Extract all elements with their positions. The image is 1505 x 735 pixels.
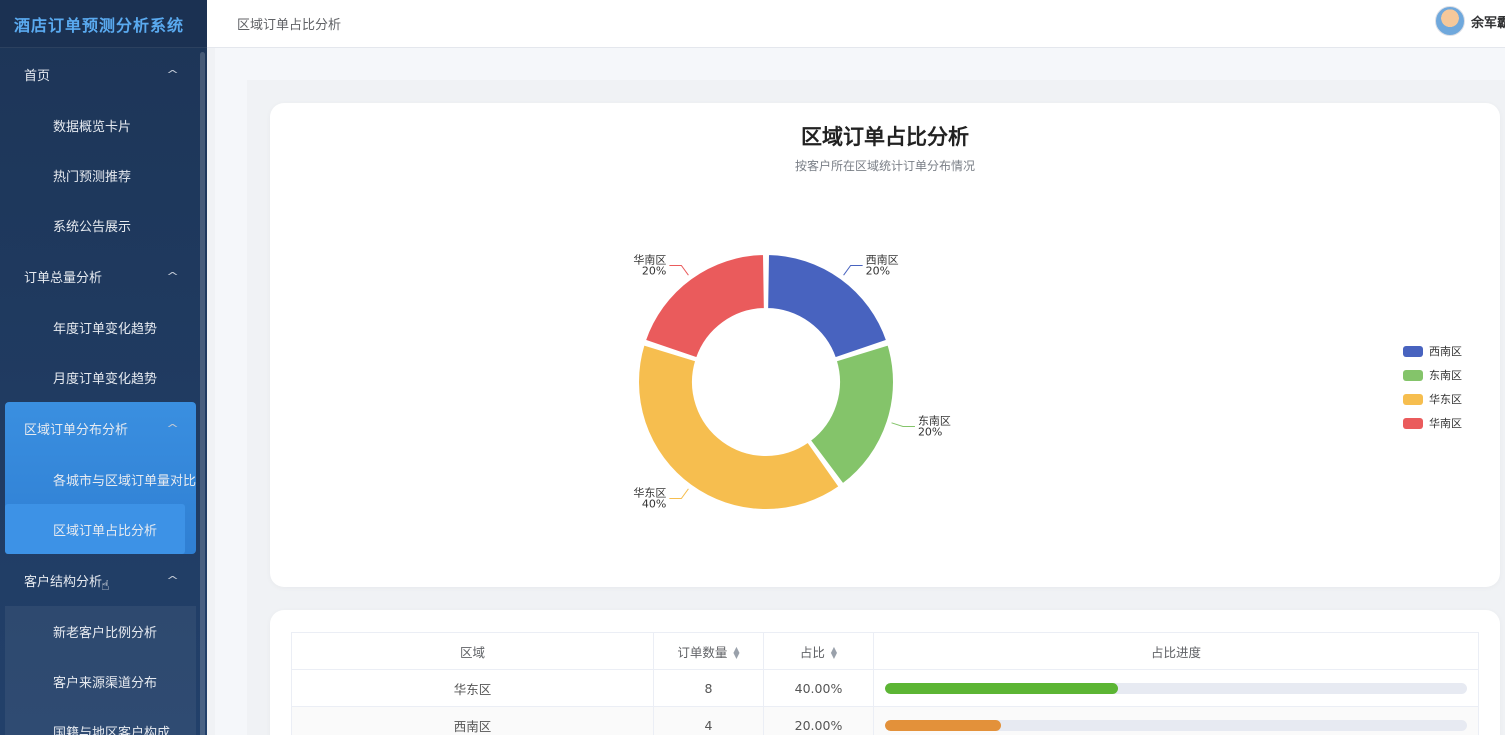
sort-icon[interactable]: ▲ ▼: [831, 646, 837, 660]
legend-swatch: [1403, 417, 1423, 429]
label-leader-line: [669, 488, 689, 499]
legend-swatch: [1403, 345, 1423, 357]
menu-group-label: 客户结构分析: [24, 574, 103, 590]
label-leader-line: [669, 265, 689, 276]
sidebar: 酒店订单预测分析系统 首页 ^ 数据概览卡片 热门预测推荐 系统公告展示 订单总…: [0, 0, 207, 735]
col-count-label: 订单数量: [677, 644, 728, 660]
cell-region: 西南区: [291, 706, 654, 735]
chart-card: 区域订单占比分析 按客户所在区域统计订单分布情况 西南区 20% 东南区 20% 华东区…: [270, 103, 1500, 587]
table-row[interactable]: 华东区 8 40.00%: [291, 669, 1479, 707]
sidebar-item-announcements[interactable]: 系统公告展示: [0, 200, 207, 250]
sidebar-item-nationality[interactable]: 国籍与地区客户构成: [5, 706, 196, 735]
label-leader-line: [843, 265, 863, 276]
sidebar-menu: 首页 ^ 数据概览卡片 热门预测推荐 系统公告展示 订单总量分析 ^ 年度订单变…: [0, 48, 207, 735]
label-leader-line: [891, 422, 915, 427]
legend-label: 华东区: [1429, 393, 1462, 406]
cell-region: 华东区: [291, 669, 654, 707]
top-header: 区域订单占比分析 余军霸: [207, 0, 1505, 48]
sidebar-item-monthly-trend[interactable]: 月度订单变化趋势: [0, 352, 207, 402]
table-card: 区域 订单数量 ▲ ▼ 占比 ▲ ▼ 占比进度 华东区 8 40.00% 西南区 4 20.00%: [270, 610, 1500, 735]
sidebar-item-data-overview[interactable]: 数据概览卡片: [0, 100, 207, 150]
chevron-up-icon: ^: [165, 269, 179, 283]
table-row[interactable]: 西南区 4 20.00%: [291, 706, 1479, 735]
legend-swatch: [1403, 393, 1423, 405]
pie-slice[interactable]: [637, 343, 841, 511]
region-table: 区域 订单数量 ▲ ▼ 占比 ▲ ▼ 占比进度 华东区 8 40.00% 西南区 4 20.00%: [291, 632, 1479, 735]
menu-group-title-orders[interactable]: 订单总量分析 ^: [0, 250, 207, 302]
progress-fill: [885, 682, 1118, 694]
app-title: 酒店订单预测分析系统: [0, 0, 207, 48]
legend-item[interactable]: 华南区: [1403, 411, 1462, 435]
col-count[interactable]: 订单数量 ▲ ▼: [653, 632, 764, 670]
donut-chart: 西南区20%东南区20%华东区40%华南区20%: [633, 253, 951, 511]
legend-label: 华南区: [1429, 417, 1462, 430]
cell-count: 4: [653, 706, 764, 735]
sidebar-scrollbar[interactable]: [200, 52, 205, 735]
legend-item[interactable]: 华东区: [1403, 387, 1462, 411]
progress-track: [885, 719, 1467, 731]
progress-track: [885, 682, 1467, 694]
cell-ratio: 40.00%: [763, 669, 874, 707]
slice-label-percent: 20%: [918, 425, 942, 438]
sidebar-item-new-old-customers[interactable]: 新老客户比例分析: [5, 606, 196, 656]
col-ratio-label: 占比: [799, 644, 825, 660]
legend-label: 西南区: [1429, 345, 1462, 358]
menu-group-orders: 订单总量分析 ^ 年度订单变化趋势 月度订单变化趋势: [0, 250, 207, 402]
chart-legend: 西南区东南区华东区华南区: [1403, 339, 1462, 435]
chevron-up-icon: ^: [165, 421, 179, 435]
user-menu[interactable]: 余军霸: [1435, 6, 1505, 36]
menu-group-region: 区域订单分布分析 ^ 各城市与区域订单量对比 区域订单占比分析: [5, 402, 196, 554]
menu-group-label: 区域订单分布分析: [24, 422, 129, 438]
col-region: 区域: [291, 632, 654, 670]
table-header-row: 区域 订单数量 ▲ ▼ 占比 ▲ ▼ 占比进度: [291, 632, 1479, 670]
menu-group-title-region[interactable]: 区域订单分布分析 ^: [5, 402, 196, 454]
slice-label-percent: 20%: [642, 265, 666, 278]
hand-cursor-icon: ☝: [101, 578, 110, 594]
col-progress: 占比进度: [873, 632, 1479, 670]
menu-group-label: 订单总量分析: [24, 270, 103, 286]
progress-fill: [885, 719, 1002, 731]
menu-group-title-home[interactable]: 首页 ^: [0, 48, 207, 100]
user-name[interactable]: 余军霸: [1471, 12, 1505, 31]
breadcrumb[interactable]: 区域订单占比分析: [237, 14, 341, 33]
sidebar-item-customer-channels[interactable]: 客户来源渠道分布: [5, 656, 196, 706]
sidebar-item-region-ratio[interactable]: 区域订单占比分析: [5, 504, 185, 554]
legend-item[interactable]: 东南区: [1403, 363, 1462, 387]
slice-label-percent: 20%: [866, 265, 890, 278]
cell-count: 8: [653, 669, 764, 707]
sidebar-item-yearly-trend[interactable]: 年度订单变化趋势: [0, 302, 207, 352]
sidebar-item-hot-predictions[interactable]: 热门预测推荐: [0, 150, 207, 200]
menu-group-home: 首页 ^ 数据概览卡片 热门预测推荐 系统公告展示: [0, 48, 207, 250]
cell-progress: [873, 669, 1479, 707]
avatar[interactable]: [1435, 6, 1465, 36]
slice-label-percent: 40%: [642, 497, 666, 510]
sidebar-item-city-region-compare[interactable]: 各城市与区域订单量对比: [5, 454, 196, 504]
legend-swatch: [1403, 369, 1423, 381]
cell-progress: [873, 706, 1479, 735]
cell-ratio: 20.00%: [763, 706, 874, 735]
chevron-up-icon: ^: [165, 67, 179, 81]
sort-icon[interactable]: ▲ ▼: [733, 646, 739, 660]
legend-item[interactable]: 西南区: [1403, 339, 1462, 363]
menu-group-label: 首页: [24, 68, 51, 84]
chevron-up-icon: ^: [165, 573, 179, 587]
col-ratio[interactable]: 占比 ▲ ▼: [763, 632, 874, 670]
legend-label: 东南区: [1429, 369, 1462, 382]
